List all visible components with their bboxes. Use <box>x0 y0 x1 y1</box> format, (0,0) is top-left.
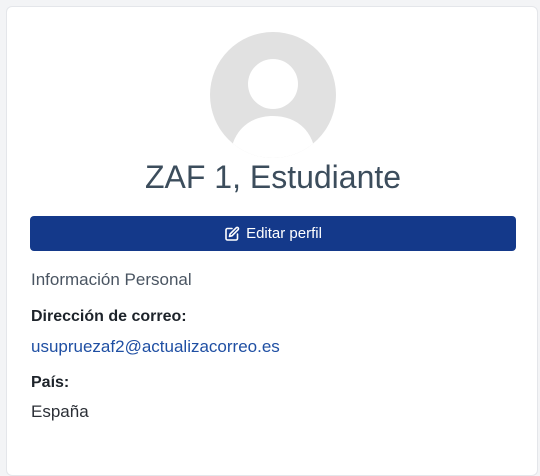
edit-icon <box>224 226 240 242</box>
personal-info-heading: Información Personal <box>31 270 192 289</box>
user-avatar-icon <box>210 32 336 158</box>
profile-card: ZAF 1, Estudiante Editar perfil Informac… <box>6 6 538 476</box>
email-link[interactable]: usupruezaf2@actualizacorreo.es <box>31 337 280 356</box>
edit-profile-label: Editar perfil <box>246 225 322 242</box>
country-value: España <box>31 402 89 421</box>
profile-name: ZAF 1, Estudiante <box>144 159 402 195</box>
country-label: País: <box>31 374 70 391</box>
email-label: Dirección de correo: <box>31 308 187 325</box>
edit-profile-button[interactable]: Editar perfil <box>30 216 516 251</box>
